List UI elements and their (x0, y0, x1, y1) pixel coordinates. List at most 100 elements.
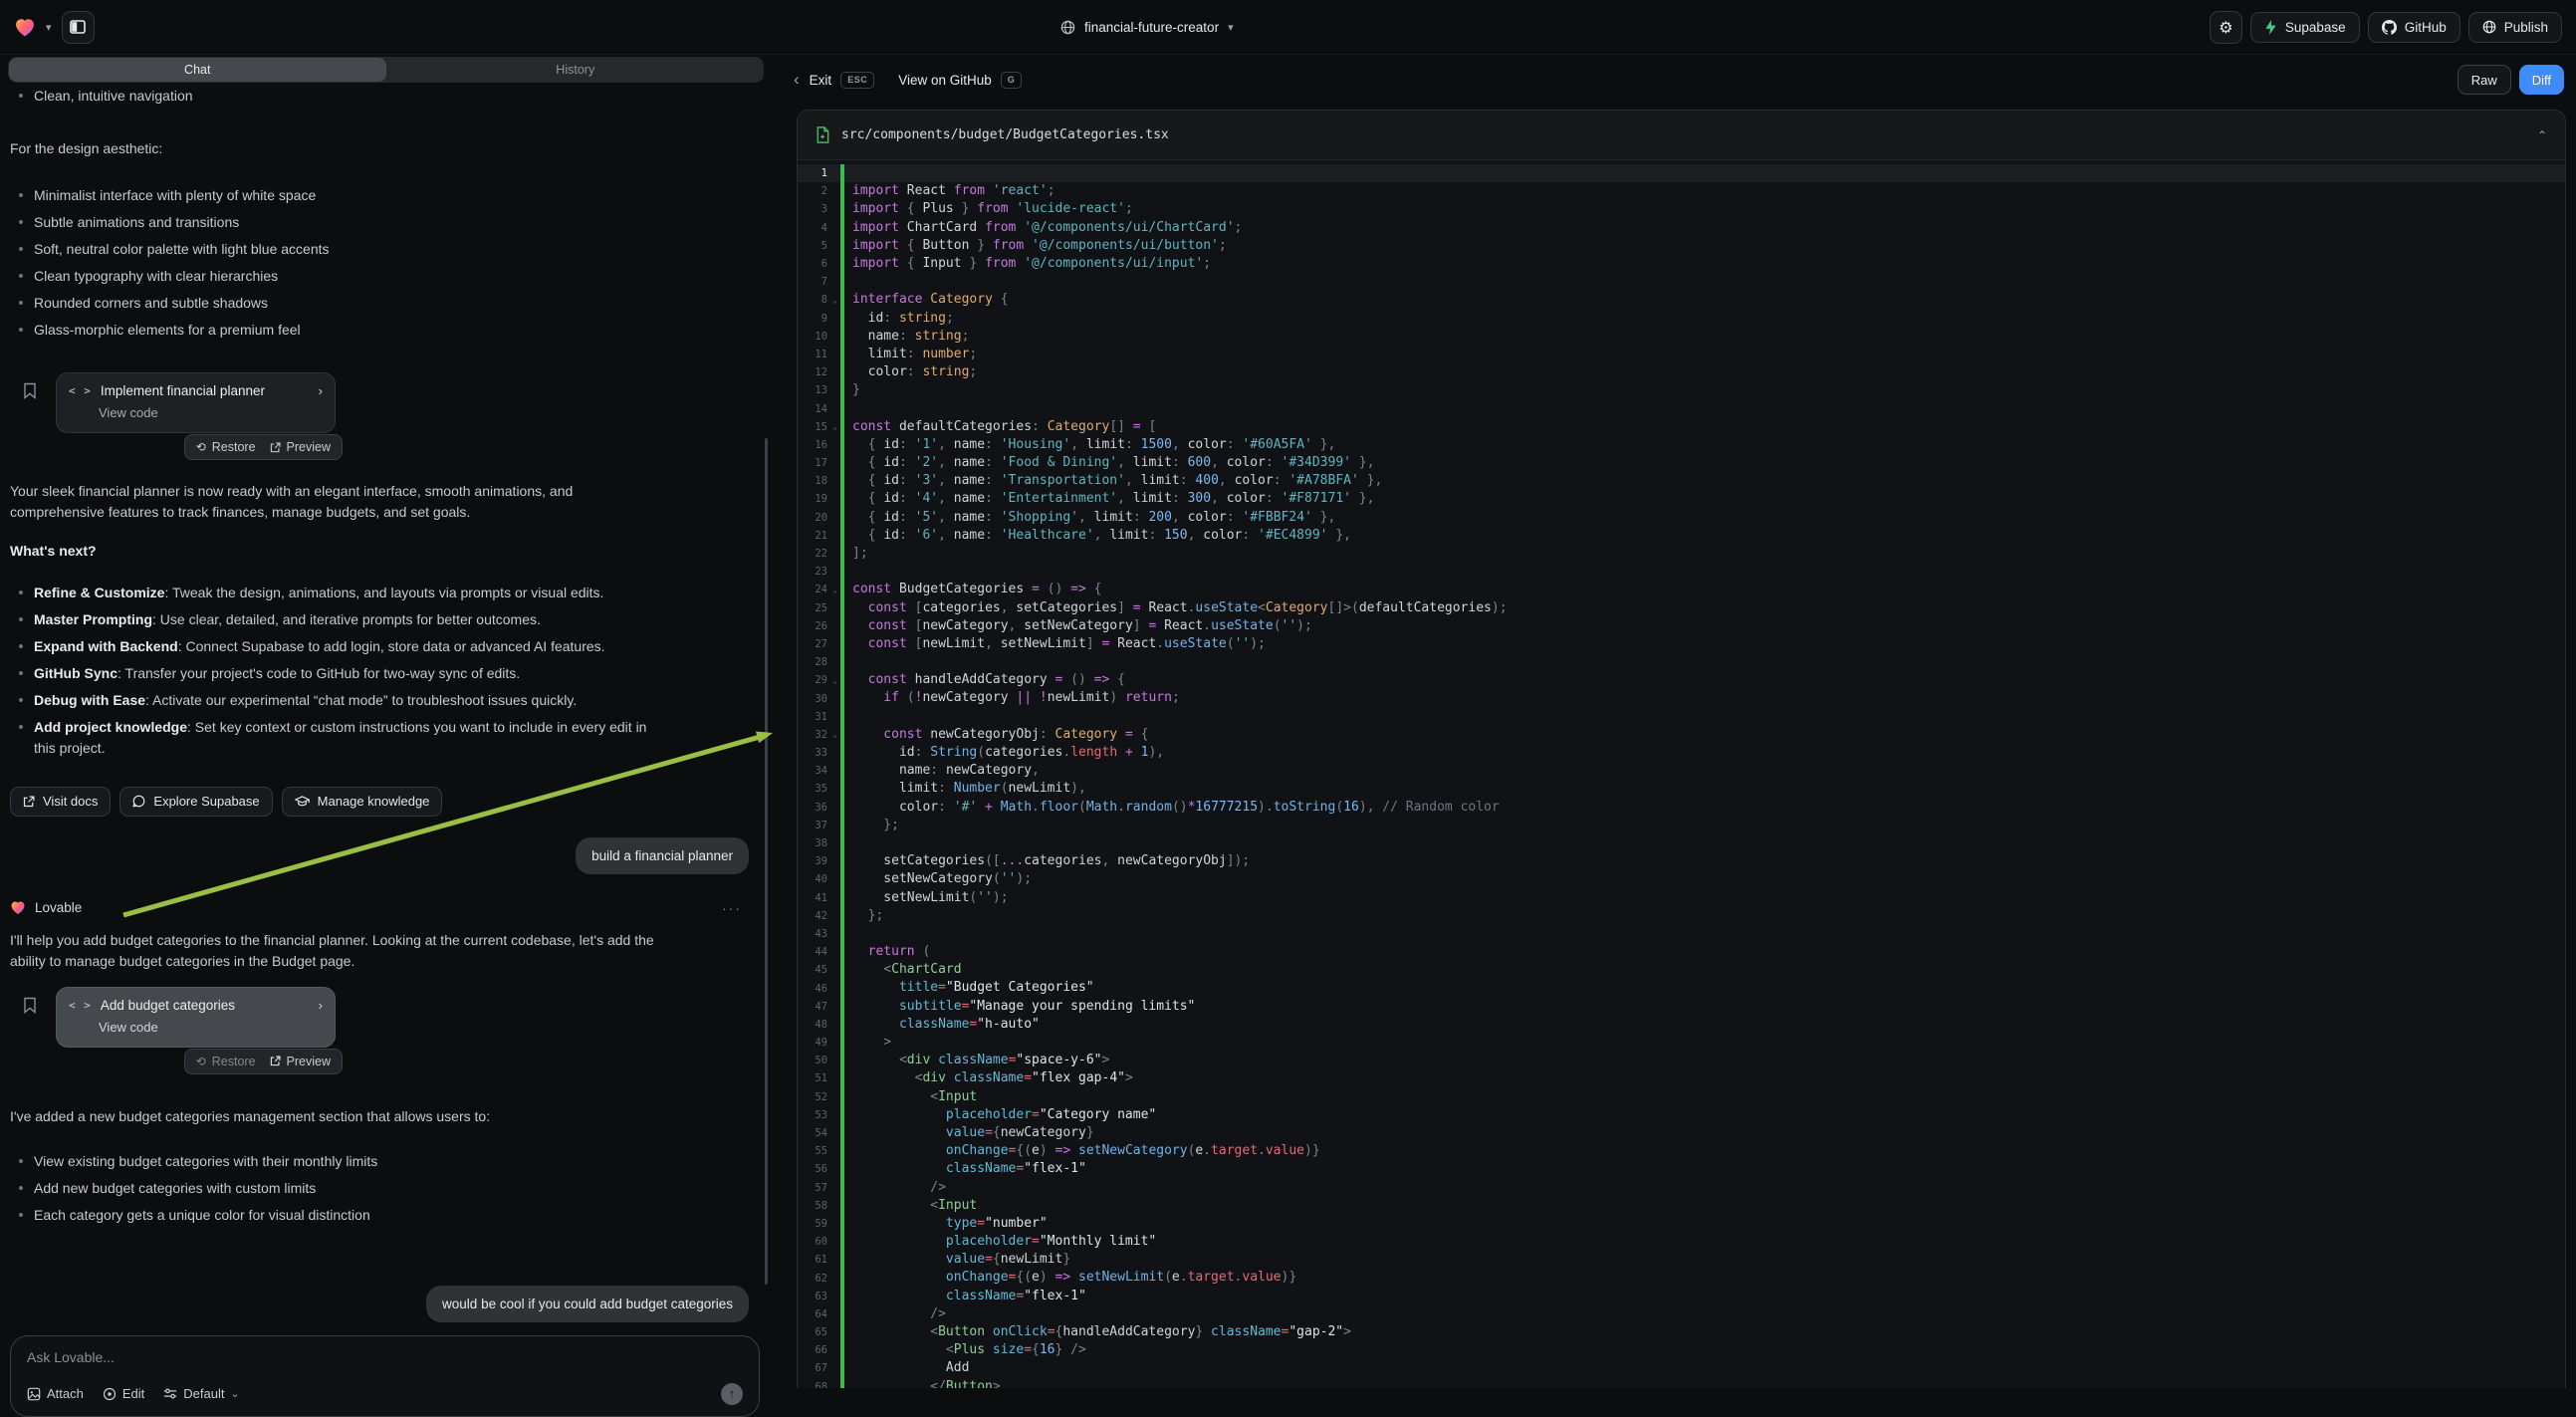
model-selector[interactable]: Default ⌄ (163, 1386, 239, 1401)
back-chevron-icon[interactable]: ‹ (794, 70, 800, 90)
explore-supabase-button[interactable]: Explore Supabase (119, 787, 272, 817)
version-card-title: Implement financial planner (101, 383, 265, 398)
code-line: 37 }; (798, 817, 2565, 834)
line-number: 34 (798, 765, 829, 777)
list-item: Add new budget categories with custom li… (10, 1178, 657, 1199)
code-line: 58 <Input (798, 1197, 2565, 1215)
fold-chevron-icon[interactable]: ⌄ (829, 730, 840, 739)
code-line: 16 { id: '1', name: 'Housing', limit: 15… (798, 436, 2565, 454)
code-line: 15⌄const defaultCategories: Category[] =… (798, 418, 2565, 436)
supabase-icon (2264, 20, 2277, 35)
tab-history[interactable]: History (387, 57, 765, 83)
line-number: 25 (798, 602, 829, 614)
line-number: 60 (798, 1236, 829, 1248)
lovable-logo-icon[interactable] (14, 17, 36, 38)
supabase-button[interactable]: Supabase (2250, 12, 2360, 43)
restore-button[interactable]: ⟲Restore (196, 1055, 256, 1068)
bullet-dot (19, 1159, 23, 1163)
publish-button[interactable]: Publish (2468, 12, 2562, 43)
added-paragraph: I've added a new budget categories manag… (10, 1106, 657, 1127)
assistant-name: Lovable (35, 900, 82, 915)
manage-knowledge-button[interactable]: Manage knowledge (282, 787, 443, 817)
line-number: 55 (798, 1145, 829, 1157)
bullet-dot (19, 617, 23, 621)
edit-button[interactable]: Edit (103, 1386, 144, 1401)
user-message: build a financial planner (576, 837, 749, 874)
lovable-heart-icon (10, 900, 26, 915)
code-line: 18 { id: '3', name: 'Transportation', li… (798, 472, 2565, 490)
code-line: 35 limit: Number(newLimit), (798, 780, 2565, 798)
preview-button[interactable]: Preview (270, 1055, 331, 1068)
preview-button[interactable]: Preview (270, 440, 331, 454)
code-line: 34 name: newCategory, (798, 762, 2565, 780)
supabase-label: Supabase (2285, 20, 2346, 35)
file-bar[interactable]: src/components/budget/BudgetCategories.t… (798, 111, 2565, 160)
fold-chevron-icon[interactable]: ⌄ (829, 422, 840, 431)
list-item: Minimalist interface with plenty of whit… (10, 185, 657, 206)
code-icon: < > (69, 384, 92, 397)
exit-button[interactable]: Exit (810, 73, 832, 88)
toggle-sidebar-button[interactable] (62, 11, 95, 44)
code-file-card: src/components/budget/BudgetCategories.t… (797, 110, 2566, 1388)
view-on-github-button[interactable]: View on GitHub (898, 73, 992, 88)
fold-chevron-icon[interactable]: ⌄ (829, 586, 840, 594)
line-number: 39 (798, 855, 829, 867)
settings-button[interactable]: ⚙ (2210, 11, 2242, 44)
line-number: 48 (798, 1019, 829, 1031)
diff-toggle-button[interactable]: Diff (2519, 65, 2564, 95)
code-line: 64 /> (798, 1305, 2565, 1323)
image-icon (27, 1387, 41, 1401)
view-code-link[interactable]: View code (99, 405, 323, 420)
esc-key-badge: ESC (840, 72, 874, 89)
code-line: 38 (798, 834, 2565, 852)
tab-chat[interactable]: Chat (9, 58, 386, 82)
target-icon (103, 1387, 117, 1401)
fold-chevron-icon[interactable]: ⌄ (829, 296, 840, 305)
code-line: 11 limit: number; (798, 346, 2565, 363)
code-line: 30 if (!newCategory || !newLimit) return… (798, 689, 2565, 707)
line-number: 32 (798, 729, 829, 741)
bookmark-icon[interactable] (23, 382, 37, 399)
chat-scrollbar[interactable] (765, 438, 768, 1285)
chat-input-box[interactable]: Ask Lovable... Attach Edit Default ⌄ ↑ (10, 1335, 760, 1417)
version-card-add-budget-categories[interactable]: < > Add budget categories › View code ⟲R… (56, 987, 336, 1048)
line-number: 66 (798, 1344, 829, 1356)
diff-added-gutter (840, 399, 844, 417)
code-line: 52 <Input (798, 1088, 2565, 1106)
view-code-link[interactable]: View code (99, 1020, 323, 1035)
visit-docs-button[interactable]: Visit docs (10, 787, 111, 817)
restore-icon: ⟲ (196, 1055, 206, 1068)
version-card-wrap-1: < > Implement financial planner › View c… (56, 372, 336, 433)
line-number: 54 (798, 1127, 829, 1139)
attach-button[interactable]: Attach (27, 1386, 84, 1401)
more-options-icon[interactable]: ··· (722, 900, 742, 916)
fold-chevron-icon[interactable]: ⌄ (829, 676, 840, 685)
code-line: 49 > (798, 1034, 2565, 1052)
chevron-down-icon[interactable]: ▾ (46, 21, 52, 34)
github-button[interactable]: GitHub (2368, 12, 2460, 43)
diff-added-gutter (840, 273, 844, 291)
line-number: 57 (798, 1182, 829, 1194)
collapse-chevron-icon[interactable]: ⌃ (2537, 128, 2547, 142)
project-switcher[interactable]: financial-future-creator ▾ (1060, 0, 1234, 55)
bookmark-icon[interactable] (23, 997, 37, 1014)
code-line: 8⌄interface Category { (798, 291, 2565, 309)
line-number: 33 (798, 747, 829, 759)
code-lines: 12import React from 'react';3import { Pl… (798, 160, 2565, 1388)
line-number: 8 (798, 294, 829, 306)
send-button[interactable]: ↑ (721, 1383, 743, 1405)
raw-toggle-button[interactable]: Raw (2458, 65, 2511, 95)
code-line: 43 (798, 925, 2565, 943)
restore-button[interactable]: ⟲Restore (196, 440, 256, 454)
chat-scroll-area: Clean, intuitive navigation For the desi… (0, 83, 772, 1417)
chevron-right-icon: › (319, 998, 323, 1013)
globe-icon (2482, 20, 2496, 34)
code-line: 62 onChange={(e) => setNewLimit(e.target… (798, 1269, 2565, 1287)
code-line: 63 className="flex-1" (798, 1288, 2565, 1305)
diff-added-gutter (840, 653, 844, 671)
code-line: 40 setNewCategory(''); (798, 870, 2565, 888)
code-line: 1 (798, 164, 2565, 182)
line-number: 13 (798, 384, 829, 396)
version-card-implement-financial-planner[interactable]: < > Implement financial planner › View c… (56, 372, 336, 433)
bullet-dot (19, 725, 23, 729)
